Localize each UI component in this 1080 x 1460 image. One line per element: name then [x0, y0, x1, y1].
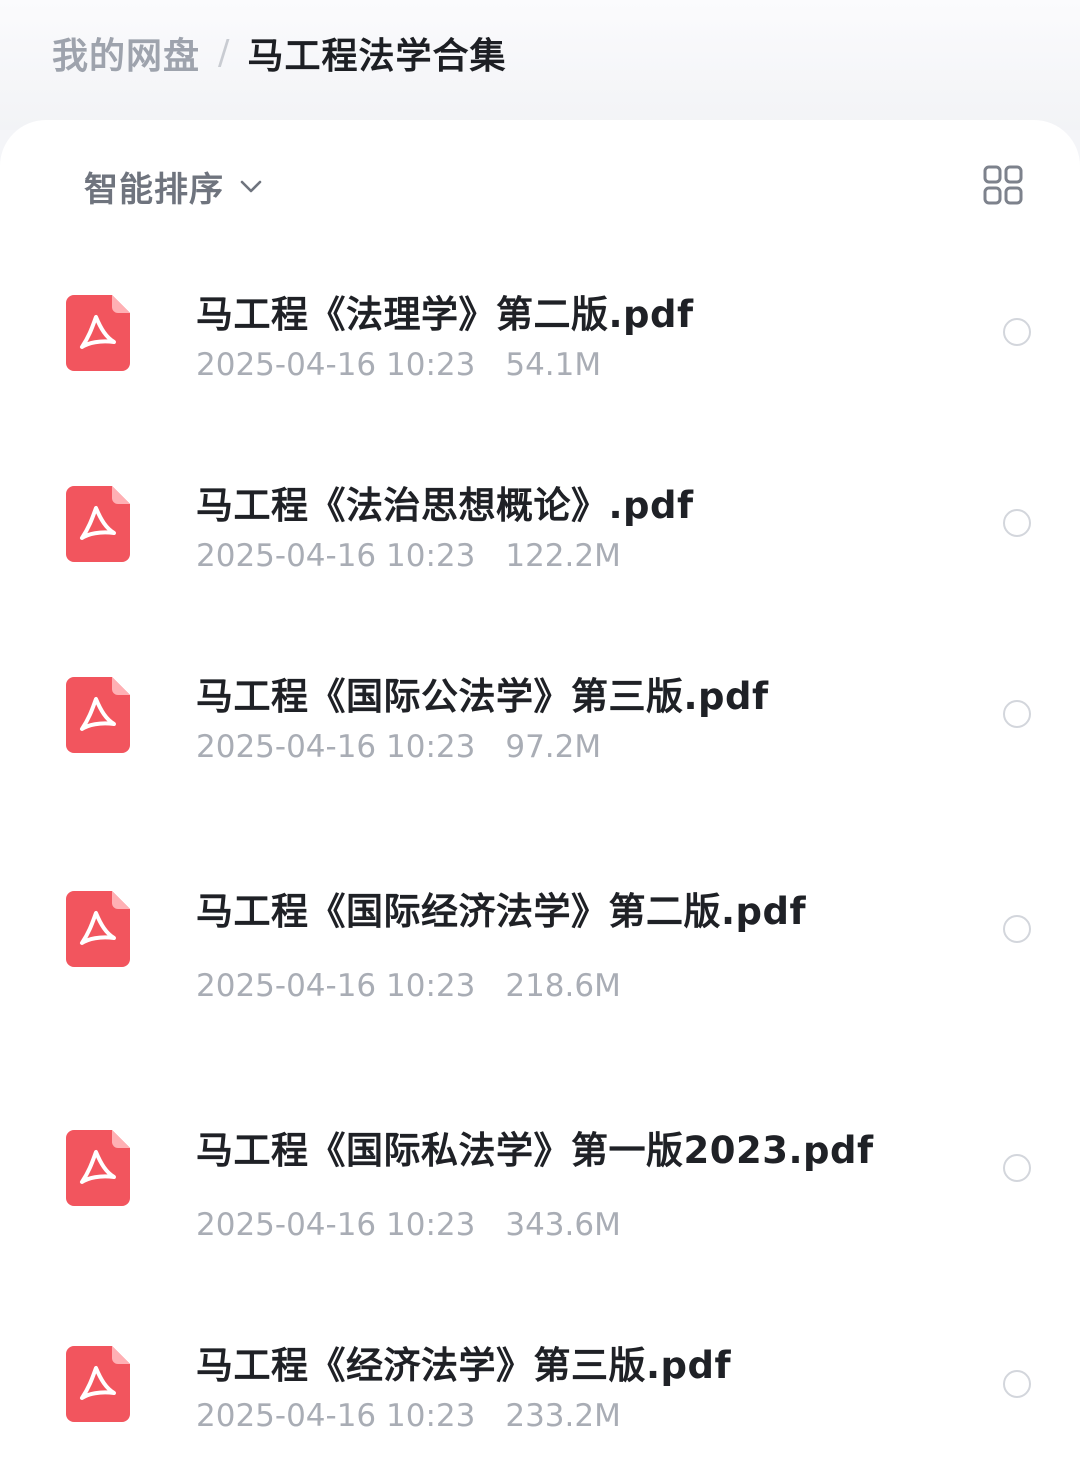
file-date: 2025-04-16 10:23 [196, 347, 476, 383]
select-checkbox[interactable] [1003, 1154, 1031, 1182]
file-size: 54.1M [505, 347, 602, 383]
chevron-down-icon [240, 180, 262, 193]
pdf-file-icon [66, 1346, 130, 1422]
pdf-file-icon [66, 677, 130, 753]
file-date: 2025-04-16 10:23 [196, 538, 476, 574]
breadcrumb-current-folder: 马工程法学合集 [247, 36, 507, 77]
select-checkbox[interactable] [1003, 700, 1031, 728]
file-meta: 2025-04-16 10:23 97.2M [196, 729, 601, 765]
file-size: 97.2M [505, 729, 602, 765]
file-meta: 2025-04-16 10:23 54.1M [196, 347, 601, 383]
sort-dropdown[interactable]: 智能排序 [84, 164, 264, 210]
grid-view-icon[interactable] [982, 164, 1024, 206]
pdf-file-icon [66, 486, 130, 562]
pdf-file-icon [66, 891, 130, 967]
file-name[interactable]: 马工程《法治思想概论》.pdf [196, 475, 694, 529]
file-date: 2025-04-16 10:23 [196, 1207, 476, 1243]
file-size: 218.6M [505, 968, 621, 1004]
file-name[interactable]: 马工程《国际公法学》第三版.pdf [196, 666, 769, 720]
pdf-file-icon [66, 295, 130, 371]
select-checkbox[interactable] [1003, 318, 1031, 346]
file-size: 233.2M [505, 1398, 621, 1434]
top-bar: 我的网盘 / 马工程法学合集 [0, 0, 1080, 130]
file-name[interactable]: 马工程《国际私法学》第一版2023.pdf [196, 1120, 874, 1174]
breadcrumb-separator: / [218, 33, 230, 73]
select-checkbox[interactable] [1003, 509, 1031, 537]
file-size: 122.2M [505, 538, 621, 574]
file-date: 2025-04-16 10:23 [196, 729, 476, 765]
file-meta: 2025-04-16 10:23 122.2M [196, 538, 621, 574]
file-date: 2025-04-16 10:23 [196, 968, 476, 1004]
file-meta: 2025-04-16 10:23 233.2M [196, 1398, 621, 1434]
file-name[interactable]: 马工程《国际经济法学》第二版.pdf [196, 881, 806, 935]
breadcrumb: 我的网盘 / 马工程法学合集 [52, 28, 507, 78]
breadcrumb-root-link[interactable]: 我的网盘 [52, 27, 200, 79]
file-meta: 2025-04-16 10:23 218.6M [196, 968, 621, 1004]
file-name[interactable]: 马工程《法理学》第二版.pdf [196, 284, 694, 338]
file-name[interactable]: 马工程《经济法学》第三版.pdf [196, 1335, 731, 1389]
select-checkbox[interactable] [1003, 915, 1031, 943]
pdf-file-icon [66, 1130, 130, 1206]
sort-label: 智能排序 [84, 169, 224, 210]
file-meta: 2025-04-16 10:23 343.6M [196, 1207, 621, 1243]
select-checkbox[interactable] [1003, 1370, 1031, 1398]
file-size: 343.6M [505, 1207, 621, 1243]
file-date: 2025-04-16 10:23 [196, 1398, 476, 1434]
